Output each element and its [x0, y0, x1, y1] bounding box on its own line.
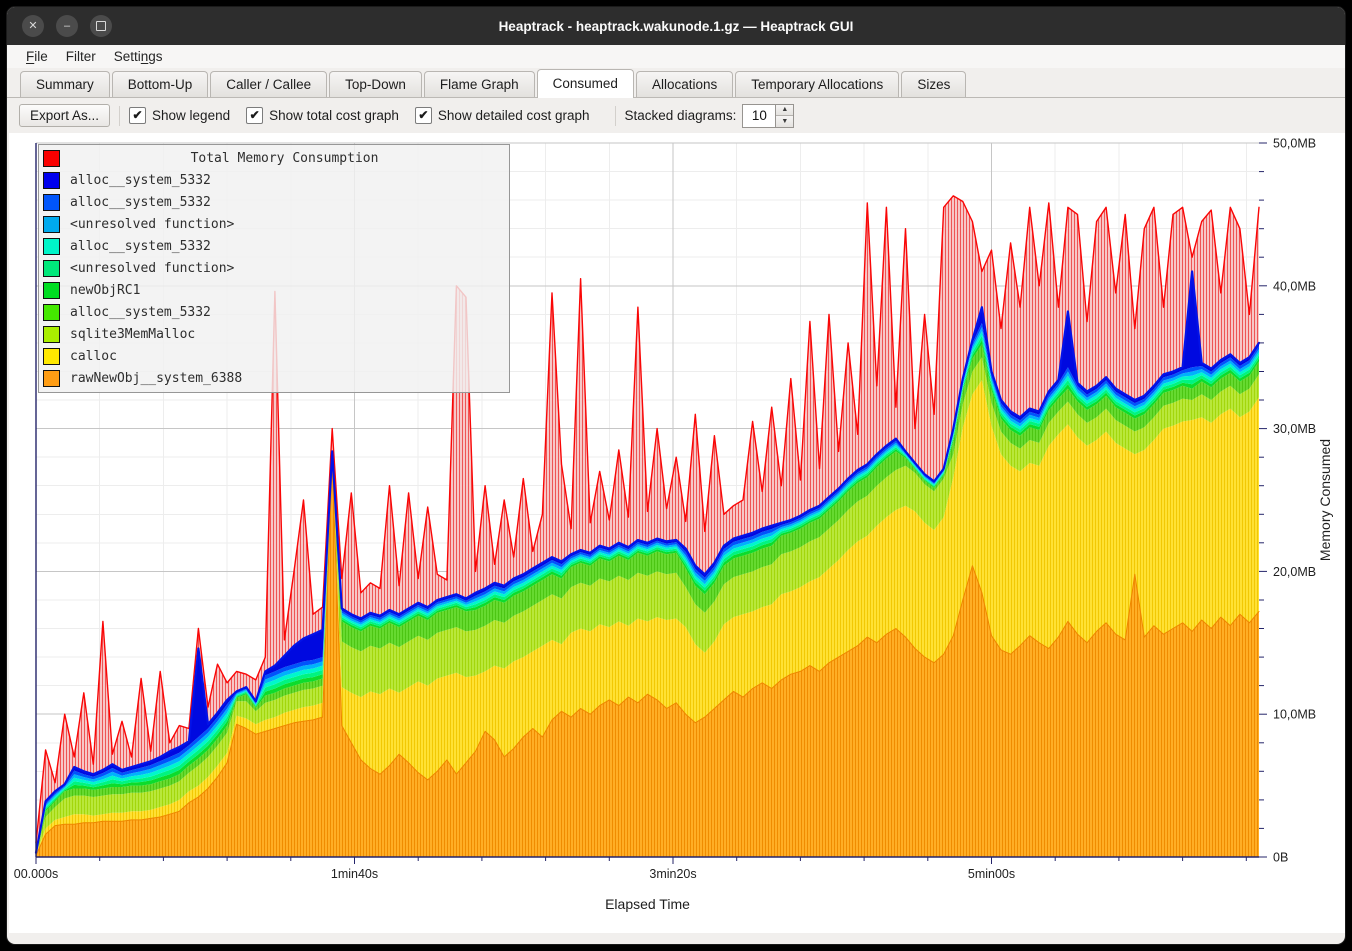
svg-text:3min20s: 3min20s — [649, 867, 696, 881]
tab-bottom-up[interactable]: Bottom-Up — [112, 71, 209, 97]
show-total-cost-checkbox-group[interactable]: ✔ Show total cost graph — [246, 107, 399, 124]
chart-legend: Total Memory Consumption alloc__system_5… — [38, 144, 510, 393]
show-detailed-cost-checkbox-group[interactable]: ✔ Show detailed cost graph — [415, 107, 590, 124]
toolbar-separator — [615, 106, 616, 126]
color-swatch — [43, 172, 60, 189]
maximize-square-glyph — [96, 21, 106, 31]
svg-text:0B: 0B — [1273, 851, 1288, 865]
legend-item-label: sqlite3MemMalloc — [70, 327, 195, 342]
close-icon[interactable]: ✕ — [22, 15, 44, 37]
legend-item-label: <unresolved function> — [70, 217, 234, 232]
show-legend-checkbox[interactable]: ✔ — [129, 107, 146, 124]
export-as-button[interactable]: Export As... — [19, 104, 110, 127]
show-total-cost-label: Show total cost graph — [269, 108, 399, 123]
color-swatch — [43, 238, 60, 255]
legend-item-label: <unresolved function> — [70, 261, 234, 276]
minimize-icon[interactable]: – — [56, 15, 78, 37]
tab-bar: Summary Bottom-Up Caller / Callee Top-Do… — [7, 68, 1345, 98]
svg-text:40,0MB: 40,0MB — [1273, 279, 1316, 293]
legend-item-label: alloc__system_5332 — [70, 173, 211, 188]
toolbar-separator — [119, 106, 120, 126]
color-swatch — [43, 348, 60, 365]
legend-item-label: alloc__system_5332 — [70, 195, 211, 210]
window-title: Heaptrack - heaptrack.wakunode.1.gz — He… — [7, 19, 1345, 34]
legend-item: <unresolved function> — [39, 213, 509, 235]
color-swatch — [43, 216, 60, 233]
svg-text:5min00s: 5min00s — [968, 867, 1015, 881]
legend-item-label: alloc__system_5332 — [70, 239, 211, 254]
show-detailed-cost-checkbox[interactable]: ✔ — [415, 107, 432, 124]
show-legend-checkbox-group[interactable]: ✔ Show legend — [129, 107, 230, 124]
svg-text:Elapsed Time: Elapsed Time — [605, 896, 690, 912]
show-total-cost-checkbox[interactable]: ✔ — [246, 107, 263, 124]
color-swatch — [43, 326, 60, 343]
window-controls: ✕ – — [7, 15, 112, 37]
legend-item: alloc__system_5332 — [39, 301, 509, 323]
legend-item: newObjRC1 — [39, 279, 509, 301]
toolbar: Export As... ✔ Show legend ✔ Show total … — [7, 98, 1345, 133]
legend-item-label: rawNewObj__system_6388 — [70, 371, 242, 386]
legend-item: alloc__system_5332 — [39, 235, 509, 257]
menu-settings[interactable]: Settings — [105, 47, 172, 66]
svg-text:00.000s: 00.000s — [14, 867, 58, 881]
legend-item: <unresolved function> — [39, 257, 509, 279]
legend-title-row: Total Memory Consumption — [39, 147, 509, 169]
color-swatch — [43, 194, 60, 211]
legend-title: Total Memory Consumption — [60, 151, 509, 166]
menu-filter[interactable]: Filter — [57, 47, 105, 66]
tab-caller-callee[interactable]: Caller / Callee — [210, 71, 327, 97]
svg-text:Memory Consumed: Memory Consumed — [1317, 439, 1333, 561]
title-bar: ✕ – Heaptrack - heaptrack.wakunode.1.gz … — [7, 7, 1345, 45]
legend-item-label: newObjRC1 — [70, 283, 140, 298]
spin-down-icon[interactable]: ▼ — [776, 116, 793, 127]
legend-item-label: calloc — [70, 349, 117, 364]
svg-text:10,0MB: 10,0MB — [1273, 708, 1316, 722]
tab-consumed[interactable]: Consumed — [537, 69, 634, 98]
memory-consumption-chart: 00.000s 1min40s 3min20s 5min00s 0B 10,0MB 20,0… — [9, 133, 1345, 933]
tab-top-down[interactable]: Top-Down — [329, 71, 422, 97]
app-window: ✕ – Heaptrack - heaptrack.wakunode.1.gz … — [6, 6, 1346, 945]
tab-temporary-allocations[interactable]: Temporary Allocations — [735, 71, 899, 97]
show-legend-label: Show legend — [152, 108, 230, 123]
stacked-diagrams-label: Stacked diagrams: — [625, 108, 737, 123]
color-swatch — [43, 260, 60, 277]
legend-item: alloc__system_5332 — [39, 191, 509, 213]
color-swatch — [43, 282, 60, 299]
svg-text:1min40s: 1min40s — [331, 867, 378, 881]
show-detailed-cost-label: Show detailed cost graph — [438, 108, 590, 123]
menu-file[interactable]: File — [17, 47, 57, 66]
svg-text:20,0MB: 20,0MB — [1273, 565, 1316, 579]
color-swatch — [43, 304, 60, 321]
legend-item: sqlite3MemMalloc — [39, 323, 509, 345]
legend-item-label: alloc__system_5332 — [70, 305, 211, 320]
tab-allocations[interactable]: Allocations — [636, 71, 733, 97]
tab-flame-graph[interactable]: Flame Graph — [424, 71, 535, 97]
legend-item: alloc__system_5332 — [39, 169, 509, 191]
menu-bar: FileFilterSettings — [7, 45, 1345, 68]
svg-text:30,0MB: 30,0MB — [1273, 422, 1316, 436]
stacked-diagrams-value[interactable]: 10 — [742, 104, 776, 128]
legend-item: calloc — [39, 345, 509, 367]
spin-up-icon[interactable]: ▲ — [776, 105, 793, 117]
maximize-icon[interactable] — [90, 15, 112, 37]
tab-sizes[interactable]: Sizes — [901, 71, 966, 97]
spinner-buttons: ▲ ▼ — [776, 104, 794, 128]
stacked-diagrams-spinbox[interactable]: 10 ▲ ▼ — [742, 104, 794, 128]
color-swatch — [43, 370, 60, 387]
tab-summary[interactable]: Summary — [20, 71, 110, 97]
color-swatch — [43, 150, 60, 167]
legend-item: rawNewObj__system_6388 — [39, 367, 509, 389]
svg-text:50,0MB: 50,0MB — [1273, 137, 1316, 151]
